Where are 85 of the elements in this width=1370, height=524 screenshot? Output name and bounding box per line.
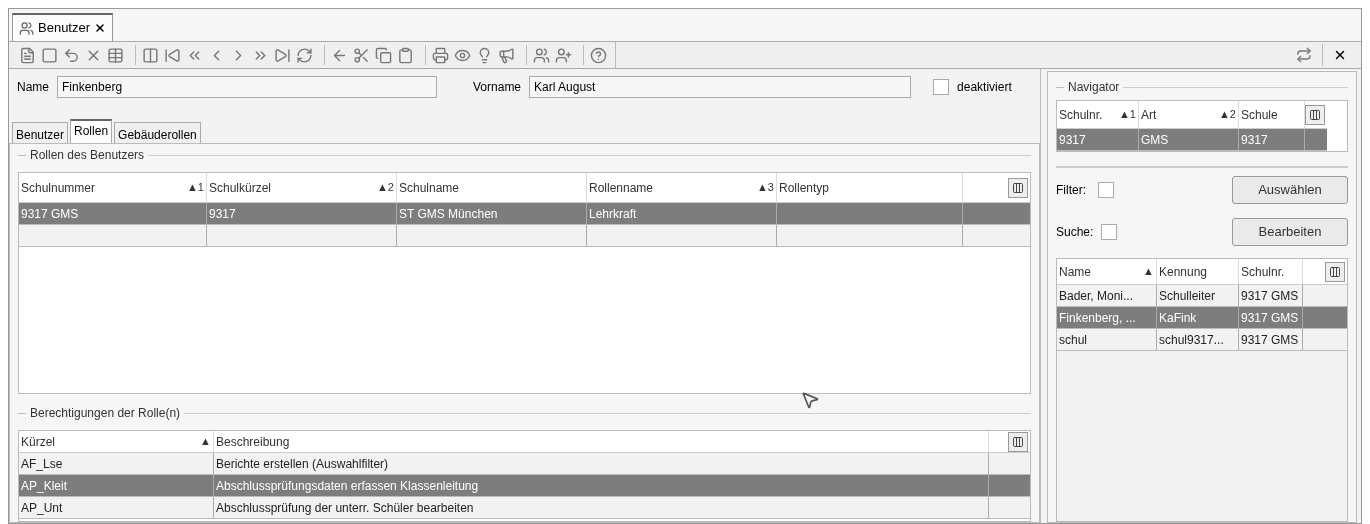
table-icon[interactable] — [107, 46, 124, 64]
table-row[interactable]: AP_Unt Abschlussprüfung der unterr. Schüler bearbeiten — [19, 497, 1030, 519]
table-row[interactable]: 9317 GMS 9317 ST GMS München Lehrkraft — [19, 203, 1030, 225]
tab[interactable]: Gebäuderollen — [114, 122, 201, 143]
field-label: Vorname — [473, 79, 522, 96]
table-row[interactable]: AP_Kleit Abschlussprüfungsdaten erfassen Klassenleitung — [19, 475, 1030, 497]
tab[interactable]: Benutzer — [12, 122, 69, 143]
table-cell-text: Abschlussprüfungsdaten erfassen Klassenleitung — [216, 477, 479, 495]
checkbox[interactable] — [1098, 182, 1114, 198]
column-header[interactable]: Art ▲2 — [1139, 101, 1239, 128]
select-button[interactable]: Auswählen — [1232, 176, 1348, 204]
column-header[interactable]: Schulnummer ▲1 — [19, 173, 207, 202]
table-cell-text: 9317 GMS — [1241, 331, 1299, 349]
table-cell-text: KaFink — [1159, 309, 1197, 327]
column-header[interactable]: Name ▲ — [1057, 259, 1157, 284]
checkbox[interactable] — [1101, 224, 1118, 240]
table-cell-text: Berichte erstellen (Auswahlfilter) — [216, 455, 389, 473]
users-icon[interactable] — [533, 46, 550, 64]
table-cell-text: Abschlussprüfung der unterr. Schüler bearbeiten — [216, 499, 474, 517]
table-cell-text: 9317 — [1241, 131, 1268, 149]
column-header[interactable]: Schulnr. ▲1 — [1057, 101, 1139, 128]
column-chooser-icon[interactable] — [1305, 104, 1325, 125]
column-header[interactable]: Kürzel ▲ — [19, 431, 214, 452]
group-title: Rollen des Benutzers — [30, 147, 145, 164]
help-icon[interactable] — [590, 46, 607, 64]
table-row[interactable]: Finkenberg, ... KaFink 9317 GMS — [1057, 307, 1347, 329]
table-cell-text: 9317 — [209, 205, 236, 223]
close-icon[interactable] — [94, 22, 107, 34]
users-icon — [19, 20, 34, 36]
vorname-field[interactable]: Karl August — [529, 76, 912, 98]
checkbox-label: deaktiviert — [957, 79, 1012, 96]
column-header[interactable]: Rollentyp — [777, 173, 963, 202]
table-cell-text: 9317 GMS — [21, 205, 79, 223]
table-row[interactable]: AF_Lse Berichte erstellen (Auswahlfilter) — [19, 453, 1030, 475]
paste-icon[interactable] — [397, 46, 414, 64]
columns-icon[interactable] — [142, 46, 159, 64]
copy-icon[interactable] — [375, 46, 392, 64]
column-chooser-icon[interactable] — [1008, 431, 1028, 452]
table-cell-text: Schulleiter — [1159, 287, 1216, 305]
table-cell-text: AF_Lse — [21, 455, 63, 473]
document-tab[interactable]: Benutzer — [12, 13, 114, 41]
table-cell-text: schul — [1059, 331, 1087, 349]
field-label: Name — [17, 79, 49, 96]
table-cell-text: Finkenberg, ... — [1059, 309, 1136, 327]
table-cell-text: 9317 GMS — [1241, 309, 1299, 327]
table-cell-text: GMS — [1141, 131, 1169, 149]
mouse-cursor-icon — [800, 390, 820, 410]
table-cell-text: Bader, Moni... — [1059, 287, 1134, 305]
group-title: Navigator — [1068, 79, 1120, 96]
column-header[interactable]: Rollenname ▲3 — [587, 173, 777, 202]
table-cell-text: AP_Kleit — [21, 477, 68, 495]
column-chooser-icon[interactable] — [1008, 177, 1028, 198]
column-header[interactable]: Schulkürzel ▲2 — [207, 173, 397, 202]
refresh-icon[interactable] — [296, 46, 313, 64]
column-header[interactable]: Beschreibung — [214, 431, 989, 452]
column-chooser-icon[interactable] — [1325, 261, 1345, 282]
undo-icon[interactable] — [63, 46, 80, 64]
last-record-icon[interactable] — [274, 46, 291, 64]
column-header[interactable]: Kennung — [1157, 259, 1239, 284]
first-record-icon[interactable] — [164, 46, 181, 64]
field-label: Filter: — [1056, 182, 1086, 199]
user-add-icon[interactable] — [555, 46, 572, 64]
name-field[interactable]: Finkenberg — [57, 76, 437, 98]
switch-icon[interactable] — [1296, 47, 1312, 63]
table-cell-text: 9317 — [1059, 131, 1086, 149]
column-header[interactable]: Schulnr. — [1239, 259, 1303, 284]
table-cell-text: schul9317... — [1159, 331, 1224, 349]
table-cell-text: ST GMS München — [399, 205, 498, 223]
close-icon[interactable] — [1333, 48, 1347, 62]
checkbox[interactable] — [933, 79, 950, 95]
table-row[interactable]: 9317 GMS 9317 — [1057, 129, 1327, 151]
megaphone-icon[interactable] — [498, 46, 515, 64]
table-row[interactable]: Bader, Moni... Schulleiter 9317 GMS — [1057, 285, 1347, 307]
field-label: Suche: — [1056, 224, 1094, 241]
table-cell-text: AP_Unt — [21, 499, 63, 517]
table-row[interactable]: schul schul9317... 9317 GMS — [1057, 329, 1347, 351]
table-cell-text: 9317 GMS — [1241, 287, 1299, 305]
document-icon[interactable] — [19, 46, 36, 64]
group-title: Berechtigungen der Rolle(n) — [30, 405, 181, 422]
tab[interactable]: Rollen — [70, 119, 113, 143]
column-header[interactable]: Schulname — [397, 173, 587, 202]
printer-icon[interactable] — [432, 46, 449, 64]
table-cell-text: Lehrkraft — [589, 205, 637, 223]
scissors-icon[interactable] — [353, 46, 370, 64]
edit-button[interactable]: Bearbeiten — [1232, 218, 1348, 246]
